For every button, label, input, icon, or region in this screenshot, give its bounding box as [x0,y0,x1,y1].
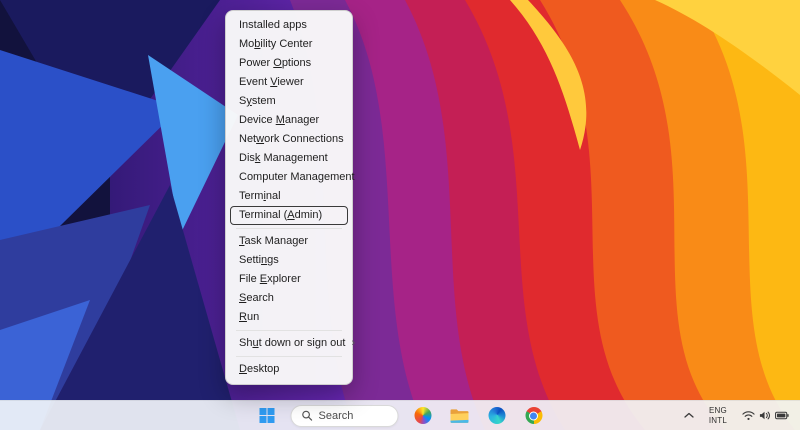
menu-item-label: Network Connections [239,133,344,145]
menu-item-label: Task Manager [239,235,309,247]
edge-button[interactable] [484,403,510,429]
menu-item-terminal-admin[interactable]: Terminal (Admin) [230,206,348,225]
menu-item-label: Terminal [239,190,281,202]
desktop-wallpaper [0,0,800,430]
menu-item-label: Settings [239,254,279,266]
menu-item-device-manager[interactable]: Device Manager [230,111,348,130]
menu-item-system[interactable]: System [230,92,348,111]
menu-item-label: Mobility Center [239,38,313,50]
search-input[interactable]: Search [290,404,399,427]
menu-item-network-connections[interactable]: Network Connections [230,130,348,149]
quick-settings-button[interactable] [739,407,792,424]
menu-item-terminal[interactable]: Terminal [230,187,348,206]
menu-item-disk-management[interactable]: Disk Management [230,149,348,168]
file-explorer-button[interactable] [447,403,473,429]
edge-icon [488,407,505,424]
menu-item-computer-management[interactable]: Computer Management [230,168,355,187]
menu-separator [236,330,342,331]
chrome-icon [525,407,542,424]
menu-item-label: Run [239,311,260,323]
chevron-up-icon [684,412,694,419]
menu-item-label: Terminal (Admin) [239,209,323,221]
menu-item-event-viewer[interactable]: Event Viewer [230,73,348,92]
start-button[interactable] [254,403,280,429]
menu-item-file-explorer[interactable]: File Explorer [230,270,348,289]
battery-icon [775,411,789,420]
menu-item-desktop[interactable]: Desktop [230,360,348,379]
menu-item-power-options[interactable]: Power Options [230,54,348,73]
wifi-icon [742,410,755,421]
chrome-button[interactable] [521,403,547,429]
language-line1: ENG [708,405,727,415]
menu-item-task-manager[interactable]: Task Manager [230,232,348,251]
menu-item-settings[interactable]: Settings [230,251,348,270]
menu-item-shut-down-or-sign-out[interactable]: Shut down or sign out › [230,334,355,353]
search-label: Search [318,409,354,422]
menu-item-run[interactable]: Run [230,308,348,327]
tray-overflow-button[interactable] [681,409,697,422]
winx-menu: Installed apps Mobility Center Power Optio… [225,10,355,385]
menu-item-mobility-center[interactable]: Mobility Center [230,35,348,54]
menu-item-label: File Explorer [239,273,301,285]
menu-item-label: Event Viewer [239,76,304,88]
menu-item-label: Installed apps [239,19,307,31]
menu-item-label: System [239,95,276,107]
menu-item-label: Search [239,292,274,304]
menu-item-label: Computer Management [239,171,355,183]
folder-icon [450,408,469,423]
system-tray: ENG INTL [681,401,792,430]
menu-item-label: Shut down or sign out [239,337,346,349]
colorful-app-icon [414,407,431,424]
menu-item-label: Power Options [239,57,312,69]
windows-logo-icon [259,408,274,423]
menu-item-label: Desktop [239,363,280,375]
search-icon [302,410,313,421]
language-indicator[interactable]: ENG INTL [706,403,730,429]
taskbar-center: Search [254,401,547,430]
colorful-app-button[interactable] [410,403,436,429]
submenu-arrow-icon: › [351,337,356,349]
menu-separator [236,356,342,357]
menu-item-label: Device Manager [239,114,320,126]
language-line2: INTL [708,415,727,425]
taskbar: Search ENG INTL [0,400,800,430]
menu-item-installed-apps[interactable]: Installed apps [230,16,348,35]
volume-icon [759,410,771,421]
menu-item-label: Disk Management [239,152,328,164]
menu-separator [236,228,342,229]
menu-item-search[interactable]: Search [230,289,348,308]
